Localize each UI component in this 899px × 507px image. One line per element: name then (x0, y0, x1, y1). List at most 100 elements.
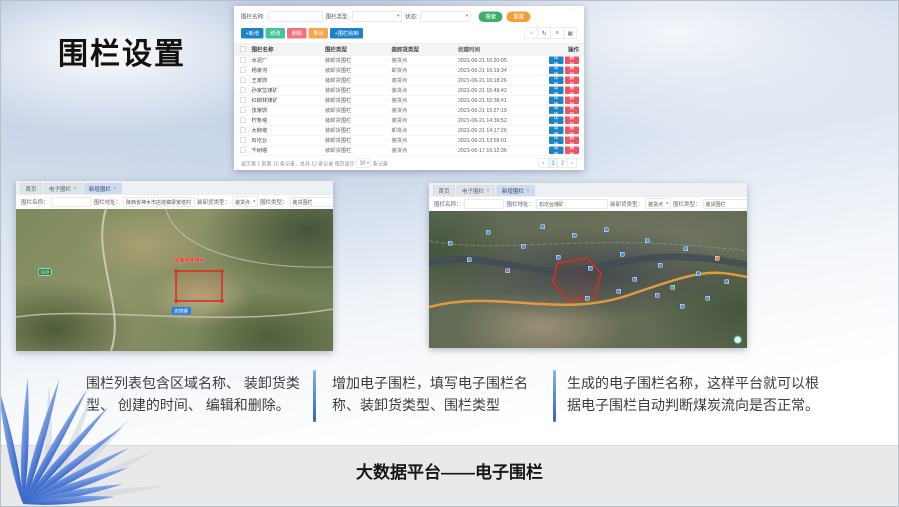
search-icon[interactable]: ○ (525, 27, 539, 39)
table-row: 张家峁 装卸货围栏 装货点 2021-06-21 15:27:19 详情 删除 (234, 106, 584, 116)
map-marker[interactable] (696, 271, 701, 276)
map-marker[interactable] (486, 230, 491, 235)
page-button[interactable]: 2 (558, 158, 568, 168)
map-marker[interactable] (467, 258, 472, 263)
map-marker[interactable] (585, 296, 590, 301)
map-marker[interactable] (617, 289, 622, 294)
row-checkbox[interactable] (240, 58, 246, 64)
cell-fence-type: 装卸货围栏 (325, 117, 392, 125)
close-icon[interactable]: × (74, 186, 77, 192)
row-checkbox[interactable] (240, 148, 246, 154)
map-marker[interactable] (706, 296, 711, 301)
map-marker[interactable] (725, 280, 730, 285)
form-type-input[interactable] (703, 199, 747, 209)
map-marker[interactable] (604, 227, 609, 232)
page-button[interactable]: 1 (548, 158, 558, 168)
draw-fence-button[interactable]: +围栏绘制 (330, 28, 363, 39)
close-icon[interactable]: × (526, 188, 529, 194)
map-marker[interactable] (620, 252, 625, 257)
map-marker[interactable] (448, 241, 453, 246)
map-marker[interactable] (658, 263, 663, 268)
fence-type-select[interactable] (352, 11, 402, 22)
map-overlay (16, 209, 333, 351)
close-icon[interactable]: × (113, 186, 116, 192)
list-icon[interactable]: ≡ (551, 27, 565, 39)
caption-fence-list: 围栏列表包含区域名称、 装卸货类型、 创建的时间、 编辑和删除。 (86, 373, 305, 416)
map-marker[interactable] (521, 244, 526, 249)
cell-created: 2021-06-21 15:38:41 (458, 97, 549, 103)
row-checkbox[interactable] (240, 98, 246, 104)
row-checkbox[interactable] (240, 78, 246, 84)
row-checkbox[interactable] (240, 68, 246, 74)
map-marker[interactable] (572, 233, 577, 238)
map-marker[interactable] (680, 304, 685, 309)
map-marker[interactable] (556, 255, 561, 260)
map-marker[interactable] (715, 256, 720, 261)
fence-name-input[interactable] (268, 12, 323, 22)
fence-list-window: 围栏名称: 围栏类型: 状态: 搜索 重置 +新增 修改 删除 导出 +围栏绘制… (234, 6, 584, 170)
cell-load-type: 卸货点 (392, 67, 459, 75)
export-button[interactable]: 导出 (309, 28, 329, 39)
page-button[interactable]: ‹ (539, 158, 549, 168)
search-button[interactable]: 搜索 (479, 11, 503, 22)
cell-fence-type: 装卸货围栏 (325, 77, 392, 85)
cell-load-type: 装货点 (392, 117, 459, 125)
map-marker[interactable] (645, 238, 650, 243)
satellite-map-city[interactable] (429, 211, 747, 348)
row-detail-button[interactable]: 详情 (549, 147, 563, 155)
tab-efence[interactable]: 电子围栏× (44, 183, 82, 194)
cell-fence-name: 王家峁 (252, 77, 326, 85)
map-marker[interactable] (505, 269, 510, 274)
form-type-input[interactable] (290, 197, 333, 207)
map-compass[interactable] (734, 336, 743, 345)
map-marker[interactable] (655, 293, 660, 298)
map-marker[interactable] (588, 266, 593, 271)
per-page-select[interactable]: 10 (357, 158, 371, 168)
cell-created: 2021-06-21 16:19:34 (458, 67, 549, 73)
form-load-select[interactable]: 装货点 (233, 197, 258, 208)
cell-created: 2021-06-21 13:58:01 (458, 137, 549, 143)
close-icon[interactable]: × (487, 188, 490, 194)
map-marker[interactable] (671, 285, 676, 290)
form-addr-input[interactable] (124, 197, 195, 207)
form-addr-input[interactable] (537, 199, 608, 209)
reset-button[interactable]: 重置 (507, 11, 531, 22)
tab-home[interactable]: 首页 (433, 185, 455, 196)
map-marker[interactable] (633, 277, 638, 282)
cell-fence-type: 装卸货围栏 (325, 67, 392, 75)
tab-efence[interactable]: 电子围栏× (457, 185, 495, 196)
form-name-input[interactable] (464, 199, 504, 209)
map-marker[interactable] (540, 225, 545, 230)
page-button[interactable]: › (567, 158, 577, 168)
table-header-row: 围栏名称 围栏类型 装卸货类型 创建时间 操作 (234, 43, 584, 56)
add-button[interactable]: +新增 (241, 28, 264, 39)
form-load-select[interactable]: 装货点 (646, 199, 671, 210)
form-addr-label: 围栏地址： (507, 200, 535, 208)
row-checkbox[interactable] (240, 88, 246, 94)
status-select[interactable] (421, 11, 471, 22)
row-delete-button[interactable]: 删除 (565, 147, 579, 155)
satellite-map-rural[interactable]: 梁家塔装煤点 店塔镇 G20 (16, 209, 333, 351)
tab-home[interactable]: 首页 (20, 183, 42, 194)
edit-button[interactable]: 修改 (266, 28, 286, 39)
town-marker[interactable]: 店塔镇 (171, 307, 191, 315)
map-marker[interactable] (683, 247, 688, 252)
tab-new-fence[interactable]: 新增围栏× (83, 183, 121, 194)
columns-icon[interactable]: ▦ (564, 27, 578, 39)
tab-new-fence[interactable]: 新增围栏× (496, 185, 534, 196)
delete-button[interactable]: 删除 (287, 28, 307, 39)
form-name-input[interactable] (51, 197, 91, 207)
refresh-icon[interactable]: ↻ (538, 27, 552, 39)
highway-sign: G20 (38, 269, 52, 276)
select-all-checkbox[interactable] (240, 47, 246, 53)
row-checkbox[interactable] (240, 128, 246, 134)
row-checkbox[interactable] (240, 138, 246, 144)
cell-fence-name: 千树塔 (252, 147, 326, 155)
cell-load-type: 装货点 (392, 137, 459, 145)
form-name-label: 围栏名称： (434, 200, 462, 208)
table-row: 杨家沟 装卸货围栏 卸货点 2021-06-21 16:19:34 详情 删除 (234, 66, 584, 76)
row-checkbox[interactable] (240, 108, 246, 114)
row-checkbox[interactable] (240, 118, 246, 124)
table-toolbar: +新增 修改 删除 导出 +围栏绘制 ○↻≡▦ (234, 24, 584, 43)
form-addr-label: 围栏地址： (94, 198, 122, 206)
